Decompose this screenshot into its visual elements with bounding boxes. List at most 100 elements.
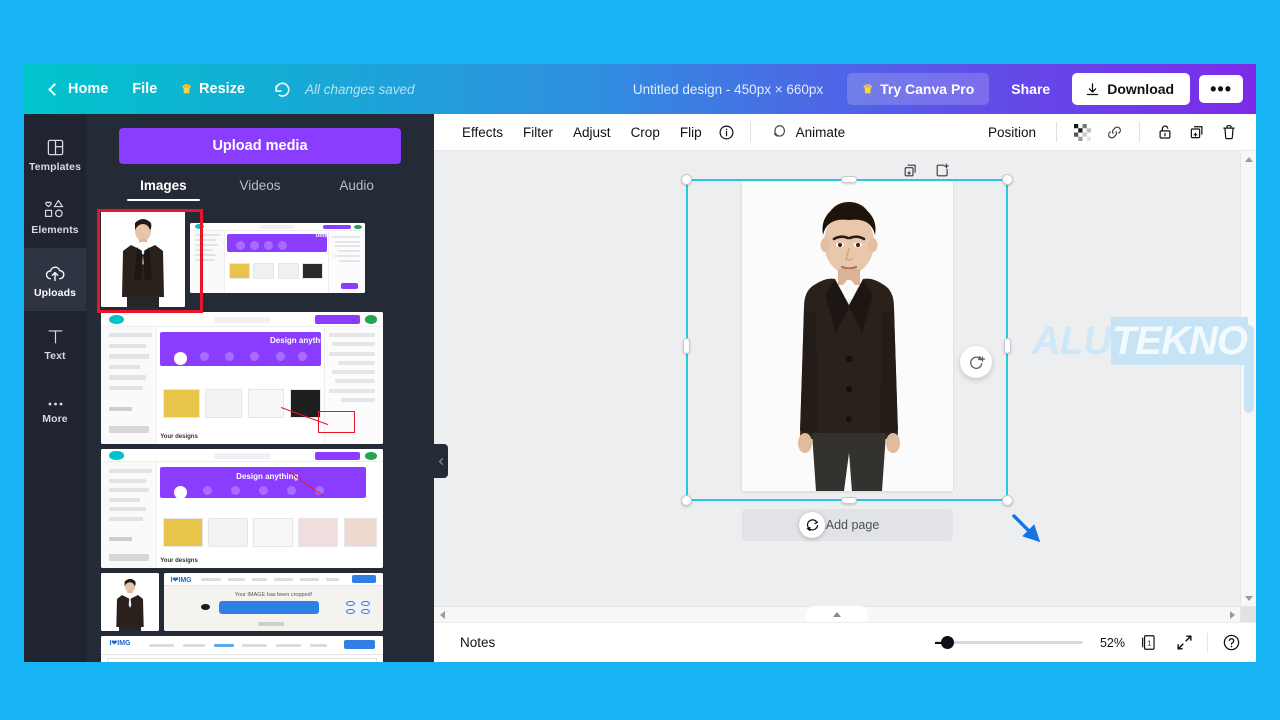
resize-button[interactable]: ♛ Resize — [169, 75, 257, 103]
try-canva-pro-button[interactable]: ♛ Try Canva Pro — [847, 73, 990, 105]
resize-handle-right-center[interactable] — [1004, 338, 1011, 354]
share-button[interactable]: Share — [998, 73, 1063, 105]
add-page-button[interactable] — [931, 159, 953, 181]
animate-button[interactable]: Animate — [759, 117, 856, 148]
thumbnail-canva-screenshot-3[interactable]: Design anything Your designs — [101, 449, 383, 568]
scroll-down-button[interactable] — [1241, 590, 1256, 606]
help-button[interactable] — [1218, 630, 1244, 656]
resize-handle-bottom-left[interactable] — [681, 495, 692, 506]
elements-icon — [43, 198, 67, 220]
home-button[interactable]: Home — [38, 75, 120, 103]
tab-videos[interactable]: Videos — [212, 178, 309, 201]
info-button[interactable] — [712, 119, 742, 145]
canvas-horizontal-scrollbar[interactable] — [434, 606, 1240, 622]
duplicate-page-button[interactable] — [899, 159, 921, 181]
file-label: File — [132, 81, 158, 97]
svg-text:1: 1 — [1147, 638, 1151, 647]
thumbnail-man-in-suit-2[interactable] — [101, 573, 159, 631]
flip-label: Flip — [679, 124, 702, 140]
thumbnail-imgonline-page[interactable]: I❤IMG — [101, 636, 383, 662]
undo-button[interactable] — [271, 78, 293, 100]
filter-button[interactable]: Filter — [513, 119, 563, 146]
scroll-right-button[interactable] — [1224, 607, 1240, 622]
editor-body: Templates Elements Uploads Text More Upl… — [24, 114, 1256, 662]
crop-label: Crop — [630, 124, 660, 140]
document-title[interactable]: Untitled design - 450px × 660px — [633, 82, 823, 97]
tab-label: Images — [140, 178, 187, 193]
effects-button[interactable]: Effects — [452, 119, 513, 146]
uploads-cloud-icon — [44, 261, 66, 283]
thumbnail-imgonline-cropped[interactable]: I❤IMG Your IMAGE has been cropped! — [164, 573, 383, 631]
toolbar-divider — [1139, 122, 1140, 142]
expand-panel-handle[interactable] — [806, 606, 868, 622]
resize-handle-bottom-center[interactable] — [841, 497, 857, 504]
chevron-left-icon — [439, 611, 445, 619]
thumbnail-canva-screenshot-1[interactable]: Design anything — [190, 223, 365, 293]
rotate-cursor-icon — [806, 518, 818, 531]
imgonline-page-preview-2: I❤IMG — [101, 636, 383, 662]
sidebar-item-elements[interactable]: Elements — [24, 185, 86, 248]
thumbnail-man-in-suit[interactable] — [101, 209, 185, 307]
link-button[interactable] — [1099, 119, 1129, 145]
crop-button[interactable]: Crop — [621, 119, 670, 146]
watermark-part2: TEKNO — [1111, 317, 1248, 365]
canvas-viewport[interactable]: + Add page ALUTEKNO — [434, 151, 1256, 622]
sidebar-item-more[interactable]: More — [24, 374, 86, 437]
scroll-left-button[interactable] — [434, 607, 450, 622]
tab-images[interactable]: Images — [115, 178, 212, 201]
flip-button[interactable]: Flip — [670, 119, 712, 146]
canva-editor-window: Home File ♛ Resize All changes saved Unt… — [24, 64, 1256, 662]
resize-handle-top-right[interactable] — [1002, 174, 1013, 185]
page-manager-button[interactable]: 1 — [1135, 630, 1161, 656]
lock-button[interactable] — [1150, 119, 1180, 145]
sidebar-item-uploads[interactable]: Uploads — [24, 248, 86, 311]
magic-edit-icon — [969, 355, 985, 369]
sidebar-item-label: Text — [44, 349, 66, 362]
image-toolbar-right: Position — [978, 119, 1244, 146]
thumbnail-canva-screenshot-2[interactable]: Design anything Your designs — [101, 312, 383, 444]
side-rail: Templates Elements Uploads Text More — [24, 114, 86, 662]
duplicate-page-icon — [904, 164, 916, 176]
scroll-up-button[interactable] — [1241, 151, 1256, 167]
top-toolbar-right: ♛ Try Canva Pro Share Download ••• — [847, 73, 1256, 105]
duplicate-button[interactable] — [1182, 119, 1212, 145]
trash-icon — [1223, 125, 1235, 140]
canva-ui-preview: Design anything — [101, 312, 383, 444]
add-page-bar-button[interactable]: + Add page — [742, 509, 953, 541]
zoom-slider-knob[interactable] — [941, 636, 954, 649]
sidebar-item-text[interactable]: Text — [24, 311, 86, 374]
share-label: Share — [1011, 81, 1051, 97]
file-menu-button[interactable]: File — [120, 75, 169, 103]
transparency-button[interactable] — [1067, 119, 1097, 145]
top-toolbar: Home File ♛ Resize All changes saved Unt… — [24, 64, 1256, 114]
canvas-vertical-scrollbar[interactable] — [1240, 151, 1256, 622]
resize-handle-top-center[interactable] — [841, 176, 857, 183]
toolbar-divider — [749, 122, 751, 142]
adjust-button[interactable]: Adjust — [563, 119, 621, 146]
screen: Home File ♛ Resize All changes saved Unt… — [0, 0, 1280, 720]
position-button[interactable]: Position — [978, 119, 1046, 146]
delete-button[interactable] — [1214, 119, 1244, 145]
panel-collapse-handle[interactable] — [434, 444, 448, 478]
more-dots-icon — [46, 387, 65, 409]
lock-icon — [1159, 125, 1171, 139]
thumbnail-row: Design anything — [96, 209, 424, 307]
resize-handle-left-center[interactable] — [683, 338, 690, 354]
magic-edit-button[interactable] — [960, 346, 992, 378]
resize-handle-top-left[interactable] — [681, 174, 692, 185]
imgonline-page-preview: I❤IMG Your IMAGE has been cropped! — [164, 573, 383, 631]
notes-button[interactable]: Notes — [452, 630, 503, 655]
download-button[interactable]: Download — [1072, 73, 1191, 105]
tab-audio[interactable]: Audio — [308, 178, 405, 201]
home-label: Home — [68, 81, 109, 97]
sidebar-item-templates[interactable]: Templates — [24, 122, 86, 185]
try-pro-label: Try Canva Pro — [880, 81, 975, 97]
rotate-cursor — [799, 512, 825, 538]
zoom-percentage: 52% — [1099, 635, 1125, 650]
zoom-slider[interactable] — [935, 635, 1083, 651]
more-options-button[interactable]: ••• — [1199, 75, 1243, 103]
man-in-suit-photo — [101, 209, 185, 307]
upload-media-button[interactable]: Upload media — [119, 128, 401, 164]
resize-handle-bottom-right[interactable] — [1002, 495, 1013, 506]
fullscreen-button[interactable] — [1171, 630, 1197, 656]
